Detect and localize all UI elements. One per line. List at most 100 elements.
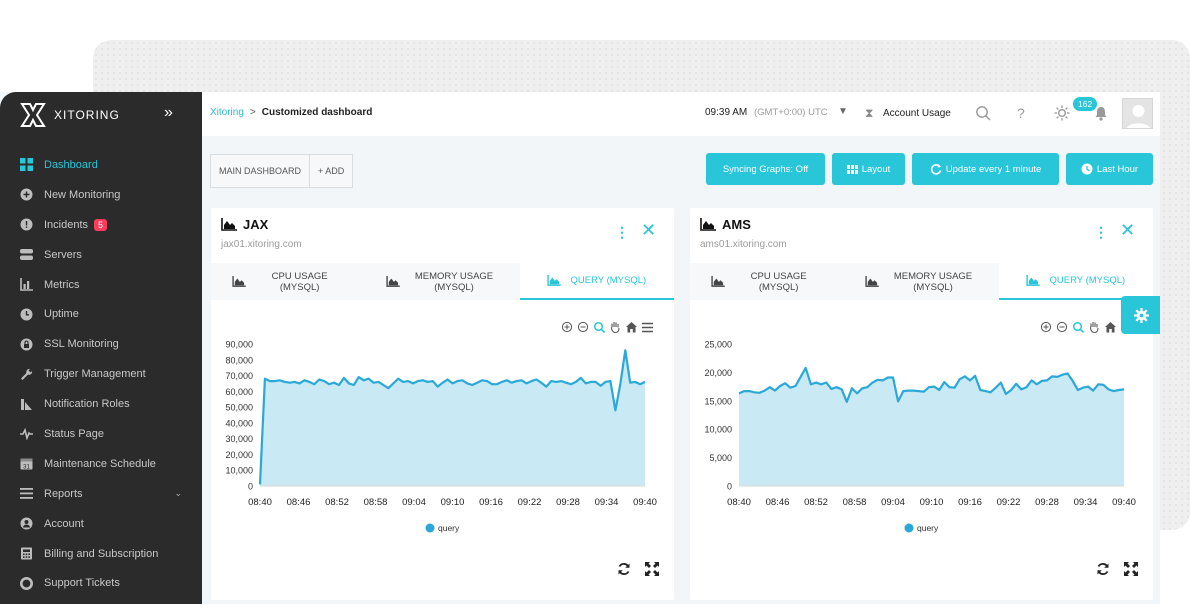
x-tick-label: 09:22: [518, 497, 542, 508]
time-range-button[interactable]: Last Hour: [1066, 153, 1153, 185]
sidebar-item-uptime[interactable]: Uptime: [0, 299, 202, 329]
search-icon[interactable]: [975, 105, 991, 121]
bell-icon[interactable]: [1094, 106, 1108, 121]
y-tick-label: 20,000: [704, 368, 732, 378]
expand-icon[interactable]: [1124, 562, 1138, 576]
sync-graphs-button[interactable]: Syncing Graphs: Off: [706, 153, 825, 185]
x-tick-label: 09:28: [556, 497, 580, 508]
sidebar-item-status-page[interactable]: Status Page: [0, 419, 202, 449]
panel-ams: AMS ams01.xitoring.com ⋮ ✕ CPU USAGE (MY…: [690, 208, 1153, 600]
tab-memory-usage[interactable]: MEMORY USAGE (MYSQL): [844, 263, 998, 300]
sidebar-item-label: Notification Roles: [44, 398, 130, 411]
zoom-in-icon[interactable]: [561, 321, 573, 333]
add-dashboard-button[interactable]: + ADD: [309, 155, 352, 187]
y-tick-label: 90,000: [225, 340, 253, 350]
timezone-dropdown-icon[interactable]: ▼: [838, 106, 848, 117]
refresh-icon[interactable]: [1096, 562, 1110, 576]
settings-tab[interactable]: [1121, 296, 1160, 334]
panel-close-icon[interactable]: ✕: [1120, 221, 1135, 239]
sidebar-item-label: Support Tickets: [44, 577, 120, 590]
x-tick-label: 09:34: [595, 497, 619, 508]
layout-button[interactable]: Layout: [832, 153, 905, 185]
help-icon[interactable]: ?: [1017, 105, 1025, 121]
x-tick-label: 09:16: [958, 497, 982, 508]
avatar[interactable]: [1122, 98, 1153, 129]
account-usage-link[interactable]: Account Usage: [883, 108, 951, 119]
x-tick-label: 08:58: [364, 497, 388, 508]
sidebar-item-support-tickets[interactable]: Support Tickets: [0, 568, 202, 598]
plus-icon: [20, 188, 33, 201]
sidebar-item-reports[interactable]: Reports ⌄: [0, 479, 202, 509]
y-tick-label: 40,000: [225, 418, 253, 428]
sidebar-item-metrics[interactable]: Metrics: [0, 270, 202, 300]
area-chart-icon: [547, 275, 562, 286]
refresh-icon[interactable]: [617, 562, 631, 576]
collapse-sidebar-icon[interactable]: »: [164, 105, 173, 121]
timezone-select[interactable]: (GMT+0:00) UTC: [754, 107, 828, 118]
update-interval-button[interactable]: Update every 1 minute: [912, 153, 1059, 185]
x-tick-label: 09:04: [881, 497, 905, 508]
sidebar-item-account[interactable]: Account: [0, 509, 202, 539]
hourglass-icon: ⧗: [865, 106, 874, 120]
svg-text:31: 31: [23, 465, 30, 471]
tab-query[interactable]: QUERY (MYSQL): [998, 263, 1153, 300]
chart-menu-icon[interactable]: [642, 322, 653, 333]
sidebar-item-billing-and-subscription[interactable]: Billing and Subscription: [0, 539, 202, 569]
panel-menu-icon[interactable]: ⋮: [1094, 224, 1108, 241]
zoom-selection-icon[interactable]: [593, 321, 606, 334]
y-tick-label: 5,000: [709, 453, 732, 463]
uptime-icon: [20, 308, 33, 321]
tab-label: QUERY (MYSQL): [570, 275, 647, 286]
query-chart: 0 10,000 20,000 30,000 40,000 50,000 60,000 70,…: [225, 321, 657, 533]
legend-marker: [904, 523, 914, 533]
sidebar-item-ssl-monitoring[interactable]: SSL Monitoring: [0, 329, 202, 359]
y-tick-label: 0: [248, 482, 253, 492]
time-range-label: Last Hour: [1096, 163, 1139, 175]
expand-icon[interactable]: [645, 562, 659, 576]
theme-toggle-icon[interactable]: [1054, 105, 1070, 121]
avatar-placeholder-icon: [1126, 105, 1151, 128]
x-tick-label: 09:40: [633, 497, 657, 508]
refresh-icon: [930, 164, 941, 175]
tab-memory-usage[interactable]: MEMORY USAGE (MYSQL): [365, 263, 519, 300]
zoom-selection-icon[interactable]: [1072, 321, 1085, 334]
sidebar-item-label: Trigger Management: [44, 368, 146, 381]
tab-query[interactable]: QUERY (MYSQL): [519, 263, 674, 300]
x-tick-label: 08:40: [727, 497, 751, 508]
tab-label: QUERY (MYSQL): [1049, 275, 1126, 286]
sidebar-item-trigger-management[interactable]: Trigger Management: [0, 359, 202, 389]
area-chart-icon: [221, 218, 237, 231]
reset-zoom-home-icon[interactable]: [1105, 322, 1116, 333]
dashboard-tabs: MAIN DASHBOARD + ADD: [210, 154, 354, 188]
y-tick-label: 60,000: [225, 387, 253, 397]
sidebar-item-maintenance-schedule[interactable]: 31 Maintenance Schedule: [0, 449, 202, 479]
sidebar-item-new-monitoring[interactable]: New Monitoring: [0, 180, 202, 210]
zoom-in-icon[interactable]: [1040, 321, 1052, 333]
sidebar-item-servers[interactable]: Servers: [0, 240, 202, 270]
panel-close-icon[interactable]: ✕: [641, 221, 656, 239]
reset-zoom-home-icon[interactable]: [626, 322, 637, 333]
zoom-out-icon[interactable]: [577, 321, 589, 333]
logo[interactable]: XITORING: [20, 102, 120, 128]
panel-host: ams01.xitoring.com: [700, 239, 787, 250]
pan-hand-icon[interactable]: [1090, 322, 1099, 334]
sidebar-item-notification-roles[interactable]: Notification Roles: [0, 389, 202, 419]
chevron-down-icon[interactable]: ⌄: [174, 488, 182, 499]
tab-main-dashboard[interactable]: MAIN DASHBOARD: [211, 155, 309, 187]
zoom-out-icon[interactable]: [1056, 321, 1068, 333]
area-chart-icon: [232, 276, 246, 287]
area-chart-icon: [386, 276, 400, 287]
tab-cpu-usage[interactable]: CPU USAGE (MYSQL): [211, 263, 365, 300]
pan-hand-icon[interactable]: [611, 322, 620, 334]
sidebar-item-incidents[interactable]: Incidents 5: [0, 210, 202, 240]
tab-cpu-usage[interactable]: CPU USAGE (MYSQL): [690, 263, 844, 300]
panel-jax: JAX jax01.xitoring.com ⋮ ✕ CPU USAGE (MY…: [211, 208, 674, 600]
notification-count-badge: 162: [1073, 97, 1098, 111]
sidebar-item-dashboard[interactable]: Dashboard: [0, 150, 202, 180]
dashboard-icon: [20, 158, 33, 172]
panel-menu-icon[interactable]: ⋮: [615, 224, 629, 241]
breadcrumb-root-link[interactable]: Xitoring: [210, 107, 244, 118]
clock-icon: [1081, 163, 1093, 175]
breadcrumb-current: Customized dashboard: [261, 107, 373, 118]
sidebar-item-label: Billing and Subscription: [44, 547, 159, 560]
